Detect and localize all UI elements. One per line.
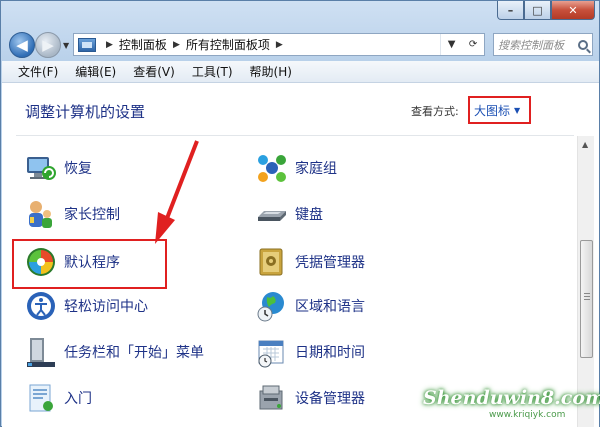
- breadcrumb-all-items[interactable]: 所有控制面板项: [186, 36, 270, 53]
- getting-started-icon: [24, 381, 58, 415]
- device-manager-icon: [255, 381, 289, 415]
- item-homegroup[interactable]: 家庭组: [255, 150, 337, 186]
- view-by-label: 查看方式:: [411, 105, 459, 118]
- watermark-sub: www.kriqiyk.com: [489, 410, 566, 420]
- minimize-button[interactable]: –: [497, 1, 524, 20]
- scroll-thumb[interactable]: [580, 240, 593, 358]
- homegroup-icon: [255, 151, 289, 185]
- control-panel-icon: [78, 37, 96, 52]
- item-label: 设备管理器: [295, 391, 365, 407]
- breadcrumb-control-panel[interactable]: 控制面板: [119, 36, 167, 53]
- menu-help[interactable]: 帮助(H): [250, 63, 292, 80]
- breadcrumb-separator-icon[interactable]: ▶: [276, 40, 283, 50]
- view-by-value: 大图标: [474, 103, 511, 118]
- breadcrumb-separator-icon[interactable]: ▶: [173, 40, 180, 50]
- item-label: 日期和时间: [295, 345, 365, 361]
- credential-manager-icon: [255, 245, 289, 279]
- close-button[interactable]: ✕: [551, 1, 595, 20]
- view-by-dropdown[interactable]: 大图标 ▼: [468, 96, 531, 124]
- address-bar[interactable]: ▶ 控制面板 ▶ 所有控制面板项 ▶ ▼ ⟳: [73, 33, 485, 56]
- recovery-icon: [24, 151, 58, 185]
- date-time-icon: [255, 335, 289, 369]
- item-label: 区域和语言: [295, 299, 365, 315]
- menu-file[interactable]: 文件(F): [18, 63, 58, 80]
- chevron-down-icon: ▼: [514, 105, 521, 115]
- item-ease-of-access[interactable]: 轻松访问中心: [24, 288, 148, 324]
- vertical-scrollbar[interactable]: ▲: [577, 136, 594, 427]
- address-row: ◀ ▶ ▼ ▶ 控制面板 ▶ 所有控制面板项 ▶ ▼ ⟳ 搜索控制面板: [1, 29, 600, 61]
- menu-edit[interactable]: 编辑(E): [75, 63, 116, 80]
- item-credential-manager[interactable]: 凭据管理器: [255, 244, 365, 280]
- refresh-icon[interactable]: ⟳: [469, 39, 477, 50]
- item-device-manager[interactable]: 设备管理器: [255, 380, 365, 416]
- region-language-icon: [255, 289, 289, 323]
- item-keyboard[interactable]: 键盘: [255, 196, 323, 232]
- back-button[interactable]: ◀: [9, 32, 35, 58]
- menu-tools[interactable]: 工具(T): [192, 63, 233, 80]
- ease-of-access-icon: [24, 289, 58, 323]
- search-placeholder: 搜索控制面板: [498, 38, 564, 52]
- item-label: 家长控制: [64, 207, 120, 223]
- title-bar: – □ ✕: [1, 1, 600, 27]
- divider: [16, 135, 574, 136]
- item-label: 入门: [64, 391, 92, 407]
- item-region-language[interactable]: 区域和语言: [255, 288, 365, 324]
- content-pane: 调整计算机的设置 查看方式: 大图标 ▼ 恢复 家长控制 默认程序 轻松访问中心…: [2, 83, 599, 427]
- item-taskbar-start-menu[interactable]: 任务栏和「开始」菜单: [24, 334, 204, 370]
- forward-arrow-icon: ▶: [42, 36, 54, 54]
- menu-view[interactable]: 查看(V): [133, 63, 175, 80]
- search-icon[interactable]: [578, 39, 588, 50]
- breadcrumb-separator-icon[interactable]: ▶: [106, 40, 113, 50]
- control-panel-window: – □ ✕ ◀ ▶ ▼ ▶ 控制面板 ▶ 所有控制面板项 ▶ ▼ ⟳ 搜索控制面…: [0, 0, 600, 427]
- forward-button[interactable]: ▶: [35, 32, 61, 58]
- menu-bar: 文件(F) 编辑(E) 查看(V) 工具(T) 帮助(H): [2, 61, 599, 83]
- window-controls: – □ ✕: [497, 1, 595, 21]
- highlight-box: [12, 239, 167, 289]
- item-recovery[interactable]: 恢复: [24, 150, 92, 186]
- maximize-button[interactable]: □: [524, 1, 551, 20]
- parental-controls-icon: [24, 197, 58, 231]
- item-label: 任务栏和「开始」菜单: [64, 345, 204, 361]
- item-parental-controls[interactable]: 家长控制: [24, 196, 120, 232]
- grip-icon: [584, 293, 590, 294]
- item-label: 轻松访问中心: [64, 299, 148, 315]
- address-actions: ▼ ⟳: [440, 34, 484, 55]
- keyboard-icon: [255, 197, 289, 231]
- item-label: 恢复: [64, 161, 92, 177]
- back-arrow-icon: ◀: [16, 36, 28, 54]
- item-label: 键盘: [295, 207, 323, 223]
- history-dropdown-icon[interactable]: ▼: [448, 39, 456, 50]
- page-title: 调整计算机的设置: [25, 103, 146, 121]
- item-label: 凭据管理器: [295, 255, 365, 271]
- watermark: Shenduwin8.com: [423, 387, 600, 409]
- item-label: 家庭组: [295, 161, 337, 177]
- item-getting-started[interactable]: 入门: [24, 380, 92, 416]
- search-input[interactable]: 搜索控制面板: [493, 33, 593, 56]
- scroll-up-icon[interactable]: ▲: [582, 140, 588, 149]
- item-date-time[interactable]: 日期和时间: [255, 334, 365, 370]
- recent-pages-dropdown[interactable]: ▼: [63, 41, 69, 50]
- taskbar-icon: [24, 335, 58, 369]
